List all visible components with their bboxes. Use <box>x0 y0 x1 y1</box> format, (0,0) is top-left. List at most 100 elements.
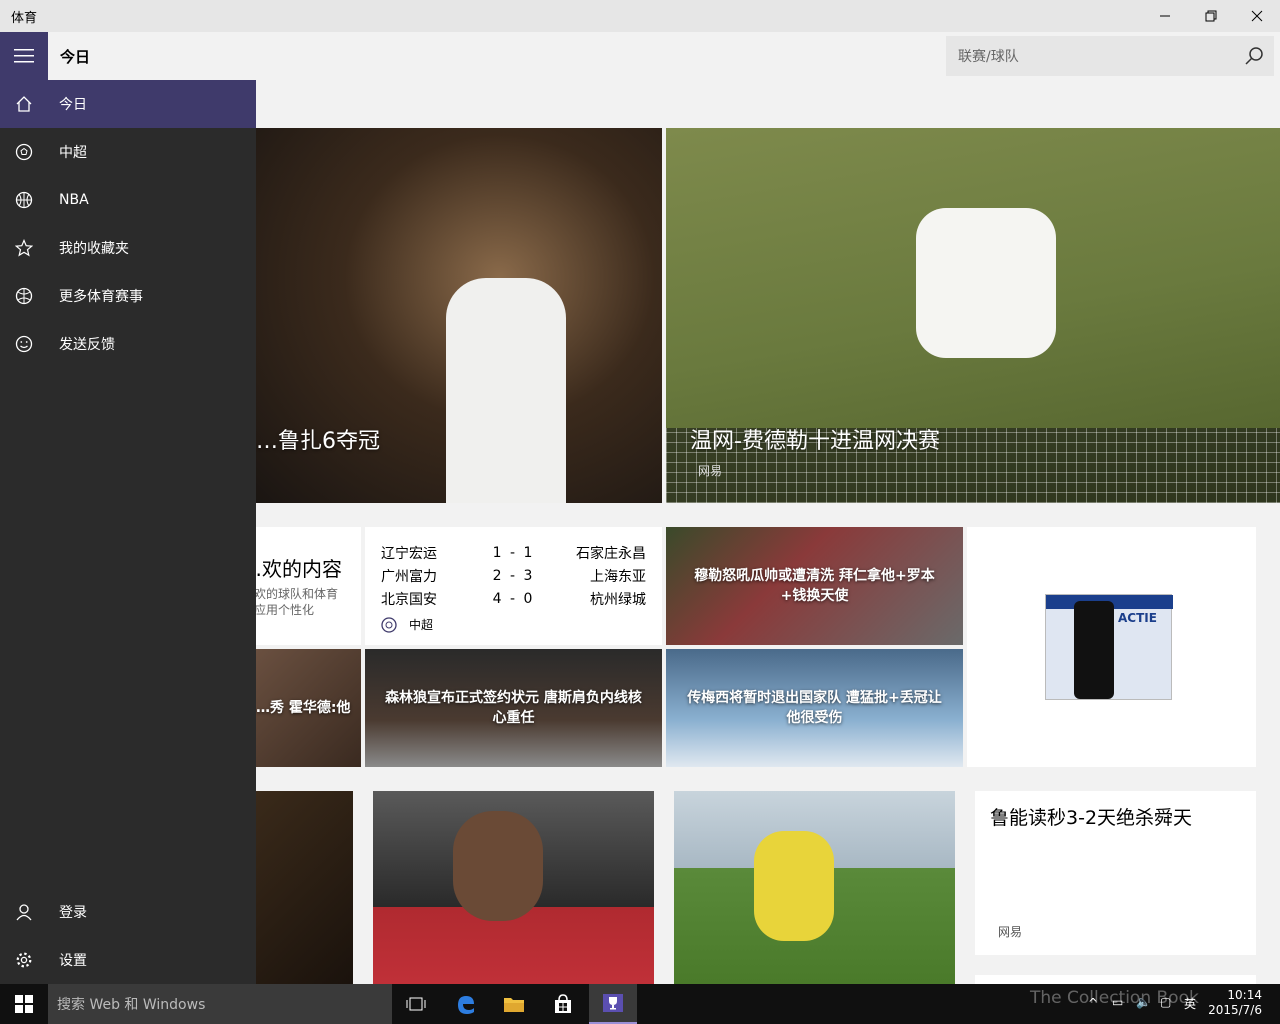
news-card[interactable] <box>975 975 1256 984</box>
hero-source: 网易 <box>698 464 723 478</box>
folder-icon <box>504 998 524 1012</box>
ad-image: ACTIE <box>1045 594 1173 700</box>
hero-title: 温网-费德勒十进温网决赛 <box>690 429 940 454</box>
sidebar-item-label: 设置 <box>59 953 87 969</box>
edge-browser-icon <box>458 996 474 1014</box>
minimize-icon <box>1160 15 1170 17</box>
volume-icon[interactable]: 🔈 <box>1136 995 1151 1009</box>
restore-icon <box>1205 10 1217 22</box>
smiley-icon <box>0 320 48 368</box>
home-icon <box>0 80 48 128</box>
news-title: 森林狼宣布正式签约状元 唐斯肩负内线核心重任 <box>385 690 642 726</box>
news-title: …秀 霍华德:他 <box>256 700 351 716</box>
taskbar: 搜索 Web 和 Windows The Collection Book ^ ▭… <box>0 984 1280 1024</box>
start-button[interactable] <box>0 984 48 1024</box>
news-tile[interactable]: 传梅西将暂时退出国家队 遭猛批+丢冠让他很受伤 <box>666 649 963 767</box>
news-figure <box>754 831 834 941</box>
ime-indicator[interactable]: 英 <box>1184 995 1196 1012</box>
news-card[interactable]: 鲁能读秒3-2天绝杀舜天 网易 <box>975 791 1256 955</box>
sidebar-item-label: 今日 <box>59 97 87 113</box>
gear-icon <box>0 936 48 984</box>
sidebar-item-settings[interactable]: 设置 <box>0 936 256 984</box>
news-title: 鲁能读秒3-2天绝杀舜天 <box>990 807 1193 829</box>
task-view-icon <box>406 997 426 1011</box>
news-tile[interactable]: 穆勒怒吼瓜帅或遭清洗 拜仁拿他+罗本+钱换天使 <box>666 527 963 645</box>
action-center-icon[interactable]: ▢ <box>1160 995 1171 1009</box>
taskbar-edge-button[interactable] <box>442 984 490 1024</box>
hero-card[interactable]: …鲁扎6夺冠 <box>256 128 662 503</box>
news-tile[interactable]: 森林狼宣布正式签约状元 唐斯肩负内线核心重任 <box>365 649 662 767</box>
page-title: 今日 <box>60 48 91 66</box>
news-tile[interactable] <box>373 791 654 984</box>
news-title: 穆勒怒吼瓜帅或遭清洗 拜仁拿他+罗本+钱换天使 <box>694 568 935 604</box>
clock-time: 10:14 <box>1227 988 1262 1002</box>
taskbar-file-explorer-button[interactable] <box>490 984 538 1024</box>
minimize-button[interactable] <box>1142 0 1188 32</box>
network-icon[interactable]: ▭ <box>1112 995 1123 1009</box>
close-icon <box>1251 10 1263 22</box>
sidebar-item-label: 更多体育赛事 <box>59 289 143 305</box>
soccer-ball-icon <box>0 128 48 176</box>
taskbar-store-button[interactable] <box>539 984 587 1024</box>
sidebar-item-label: 发送反馈 <box>59 337 115 353</box>
sidebar-item-label: 中超 <box>59 145 87 161</box>
news-tile[interactable] <box>256 791 353 984</box>
trophy-icon <box>603 994 623 1012</box>
score-row: 辽宁宏运 1 - 1 石家庄永昌 <box>381 544 646 562</box>
sidebar-item-nba[interactable]: NBA <box>0 176 256 224</box>
news-figure <box>453 811 543 921</box>
store-icon <box>555 994 571 1013</box>
hero-card[interactable]: 温网-费德勒十进温网决赛 网易 <box>666 128 1280 503</box>
person-icon <box>0 888 48 936</box>
hamburger-button[interactable] <box>0 32 48 80</box>
clock[interactable]: 10:14 2015/7/6 <box>1208 988 1262 1018</box>
windows-logo-icon <box>15 995 33 1013</box>
sidebar-item-today[interactable]: 今日 <box>0 80 256 128</box>
sidebar-item-favorites[interactable]: 我的收藏夹 <box>0 224 256 272</box>
news-tile[interactable] <box>674 791 955 984</box>
hero-title: …鲁扎6夺冠 <box>256 429 380 454</box>
taskbar-sports-app-button[interactable] <box>589 984 637 1024</box>
ad-label: ACTIE <box>1118 611 1157 625</box>
title-bar: 体育 <box>0 0 1280 32</box>
close-button[interactable] <box>1234 0 1280 32</box>
sidebar-item-label: NBA <box>59 192 89 208</box>
sidebar-item-more-sports[interactable]: 更多体育赛事 <box>0 272 256 320</box>
hero-figure <box>916 208 1056 358</box>
star-icon <box>0 224 48 272</box>
sports-ball-icon <box>0 272 48 320</box>
news-source: 网易 <box>998 925 1023 939</box>
personalize-line1: …欢的球队和体育 <box>256 587 339 601</box>
sidebar-item-feedback[interactable]: 发送反馈 <box>0 320 256 368</box>
news-tile[interactable]: …秀 霍华德:他 <box>256 649 361 767</box>
search-icon[interactable] <box>1234 36 1274 76</box>
window-title: 体育 <box>11 10 38 26</box>
news-title: 传梅西将暂时退出国家队 遭猛批+丢冠让他很受伤 <box>687 690 942 726</box>
ad-tile[interactable]: ACTIE <box>967 527 1256 767</box>
search-box[interactable]: 联赛/球队 <box>946 36 1274 76</box>
score-row: 北京国安 4 - 0 杭州绿城 <box>381 590 646 608</box>
task-view-button[interactable] <box>392 984 440 1024</box>
score-row: 广州富力 2 - 3 上海东亚 <box>381 567 646 585</box>
sidebar-item-csl[interactable]: 中超 <box>0 128 256 176</box>
personalize-card[interactable]: …欢的内容 …欢的球队和体育 …应用个性化 <box>256 527 361 645</box>
sidebar-item-sign-in[interactable]: 登录 <box>0 888 256 936</box>
personalize-line2: …应用个性化 <box>256 603 315 617</box>
hero-figure <box>446 278 566 503</box>
league-label: 中超 <box>409 618 434 632</box>
hamburger-icon <box>14 49 34 63</box>
phone-image <box>1074 601 1114 699</box>
sidebar-item-label: 我的收藏夹 <box>59 241 129 257</box>
clock-date: 2015/7/6 <box>1208 1003 1262 1017</box>
scores-card[interactable]: 辽宁宏运 1 - 1 石家庄永昌 广州富力 2 - 3 上海东亚 北京国安 4 - 0 杭州… <box>365 527 662 645</box>
basketball-icon <box>0 176 48 224</box>
taskbar-search-input[interactable]: 搜索 Web 和 Windows <box>48 984 392 1024</box>
content-area: …鲁扎6夺冠 温网-费德勒十进温网决赛 网易 …欢的内容 …欢的球队和体育 …应… <box>256 80 1280 984</box>
search-input[interactable]: 联赛/球队 <box>958 46 1234 66</box>
tray-chevron-icon[interactable]: ^ <box>1088 996 1098 1010</box>
soccer-ball-icon <box>381 616 397 633</box>
system-tray: ^ ▭ 🔈 ▢ 英 10:14 2015/7/6 <box>1080 984 1280 1024</box>
restore-button[interactable] <box>1188 0 1234 32</box>
sidebar-item-label: 登录 <box>59 905 87 921</box>
app-header: 今日 联赛/球队 <box>0 32 1280 80</box>
